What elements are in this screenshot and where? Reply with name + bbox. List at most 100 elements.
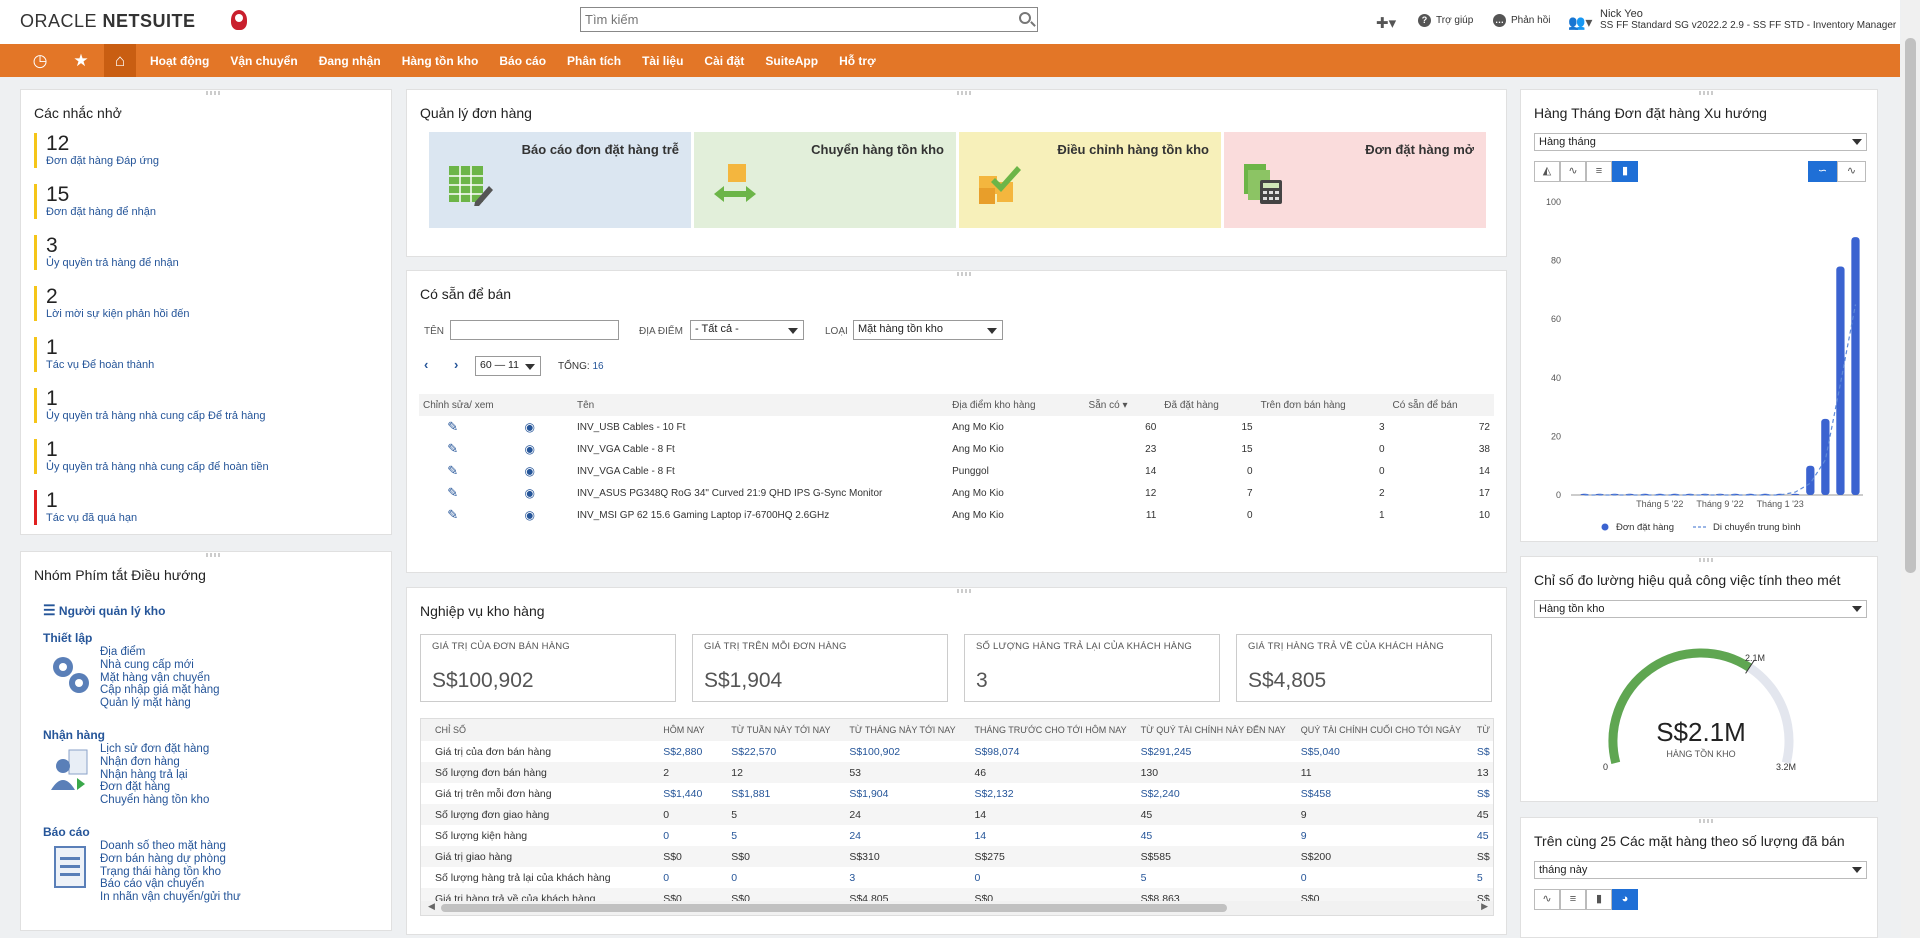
edit-pencil-icon[interactable]: ✎	[419, 460, 487, 482]
metric-value[interactable]: 24	[843, 825, 968, 846]
metric-value[interactable]: S$	[1471, 783, 1493, 804]
metric-value[interactable]: 0	[1295, 867, 1471, 888]
horizontal-scrollbar[interactable]: ◀ ▶	[421, 901, 1493, 915]
nav-item[interactable]: Tài liệu	[642, 54, 683, 68]
nav-item[interactable]: Hỗ trợ	[839, 54, 876, 68]
col-header[interactable]: TỪ TUẦN NÀY TỚI NAY	[725, 719, 844, 741]
shortcut-menu[interactable]: ☰ Người quản lý kho	[43, 602, 165, 619]
view-eye-icon[interactable]: ◉	[487, 460, 574, 482]
view-eye-icon[interactable]: ◉	[487, 416, 574, 438]
drag-handle[interactable]	[1699, 819, 1713, 823]
metric-value[interactable]: 45	[1135, 825, 1295, 846]
shortcut-link[interactable]: Doanh số theo mặt hàng	[100, 840, 241, 853]
kpi-card[interactable]: GIÁ TRỊ HÀNG TRẢ VỀ CỦA KHÁCH HÀNG S$4,80…	[1236, 634, 1492, 702]
col-header[interactable]: TỪ THÁNG NÀY TỚI NAY	[843, 719, 969, 741]
page-scrollbar-thumb[interactable]	[1905, 38, 1916, 573]
pie-chart-icon[interactable]: ◕	[1612, 889, 1638, 910]
reminder-item[interactable]: 15 Đơn đặt hàng để nhận	[34, 184, 156, 219]
shortcut-link[interactable]: Báo cáo vận chuyển	[100, 878, 241, 891]
shortcut-link[interactable]: Mặt hàng vận chuyển	[100, 672, 220, 685]
metric-value[interactable]: S$291,245	[1135, 741, 1295, 762]
reminder-label[interactable]: Lời mời sự kiện phản hồi đến	[46, 308, 189, 321]
reminder-label[interactable]: Ủy quyền trả hàng để nhận	[46, 257, 179, 270]
metric-value[interactable]: S$2,132	[968, 783, 1134, 804]
prev-page-icon[interactable]: ‹	[424, 357, 428, 372]
col-header[interactable]: Tên	[573, 394, 949, 416]
search-input[interactable]	[581, 8, 1001, 30]
page-scrollbar[interactable]	[1901, 0, 1920, 938]
metric-value[interactable]: S$5,040	[1295, 741, 1471, 762]
shortcut-link[interactable]: Nhận hàng trả lại	[100, 769, 209, 782]
nav-item[interactable]: Hàng tồn kho	[402, 54, 479, 68]
reminder-label[interactable]: Ủy quyền trả hàng nhà cung cấp Để trả hà…	[46, 410, 266, 423]
item-name[interactable]: INV_VGA Cable - 8 Ft	[573, 460, 948, 482]
drag-handle[interactable]	[956, 91, 971, 95]
col-header[interactable]: TỪ QUÝ TÀI CHÍNH NÀY ĐẾN NAY	[1134, 719, 1295, 741]
kpi-card[interactable]: GIÁ TRỊ CỦA ĐƠN BÁN HÀNG S$100,902	[420, 634, 676, 702]
metric-value[interactable]: S$98,074	[968, 741, 1134, 762]
nav-item[interactable]: Cài đặt	[704, 54, 744, 68]
metric-value[interactable]: 14	[968, 825, 1134, 846]
help-link[interactable]: ? Trợ giúp	[1418, 14, 1473, 27]
reminder-item[interactable]: 3 Ủy quyền trả hàng để nhận	[34, 235, 179, 270]
reminder-label[interactable]: Đơn đặt hàng để nhận	[46, 206, 156, 219]
user-icon[interactable]: 👥▾	[1568, 14, 1592, 31]
column-chart-icon[interactable]: ▮	[1612, 161, 1638, 182]
metric-value[interactable]: S$1,440	[657, 783, 725, 804]
metric-value[interactable]: 0	[968, 867, 1134, 888]
metric-value[interactable]: 0	[657, 867, 725, 888]
scrollbar-thumb[interactable]	[441, 904, 1227, 912]
nav-item[interactable]: Đang nhận	[319, 54, 381, 68]
col-header[interactable]: TỪ	[1470, 719, 1493, 741]
reminder-label[interactable]: Tác vụ Để hoàn thành	[46, 359, 154, 372]
shortcut-link[interactable]: Nhà cung cấp mới	[100, 659, 220, 672]
shortcut-link[interactable]: Lịch sử đơn đặt hàng	[100, 743, 209, 756]
col-header[interactable]: THÁNG TRƯỚC CHO TỚI HÔM NAY	[968, 719, 1135, 741]
name-filter-input[interactable]	[450, 320, 619, 340]
reminder-item[interactable]: 1 Ủy quyền trả hàng nhà cung cấp Để trả h…	[34, 388, 266, 423]
view-eye-icon[interactable]: ◉	[487, 438, 574, 460]
col-header[interactable]: QUÝ TÀI CHÍNH CUỐI CHO TỚI NGÀY	[1294, 719, 1471, 741]
reminder-item[interactable]: 2 Lời mời sự kiện phản hồi đến	[34, 286, 189, 321]
reminder-item[interactable]: 1 Tác vụ Để hoàn thành	[34, 337, 154, 372]
shortcut-link[interactable]: Địa điểm	[100, 646, 220, 659]
shortcut-link[interactable]: Nhận đơn hàng	[100, 756, 209, 769]
shortcut-link[interactable]: Cập nhập giá mặt hàng	[100, 684, 220, 697]
metric-value[interactable]: 5	[725, 825, 843, 846]
metric-value[interactable]: S$100,902	[843, 741, 968, 762]
next-page-icon[interactable]: ›	[454, 357, 458, 372]
reminder-item[interactable]: 1 Tác vụ đã quá hạn	[34, 490, 137, 525]
metric-value[interactable]: 5	[1135, 867, 1295, 888]
shortcut-link[interactable]: Trạng thái hàng tồn kho	[100, 866, 241, 879]
trend-line-icon[interactable]: ∿	[1837, 161, 1866, 182]
location-filter-select[interactable]: - Tất cả -	[690, 320, 804, 340]
item-name[interactable]: INV_VGA Cable - 8 Ft	[573, 438, 948, 460]
drag-handle[interactable]	[956, 589, 971, 593]
item-name[interactable]: INV_MSI GP 62 15.6 Gaming Laptop i7-6700…	[573, 504, 948, 526]
type-filter-select[interactable]: Mặt hàng tồn kho	[853, 320, 1003, 340]
kpi-card[interactable]: SỐ LƯỢNG HÀNG TRẢ LẠI CỦA KHÁCH HÀNG 3	[964, 634, 1220, 702]
edit-pencil-icon[interactable]: ✎	[419, 504, 487, 526]
item-name[interactable]: INV_USB Cables - 10 Ft	[573, 416, 948, 438]
col-header[interactable]: CHỈ SỐ	[421, 719, 658, 741]
drag-handle[interactable]	[206, 553, 220, 557]
metric-value[interactable]: S$22,570	[725, 741, 843, 762]
reminder-item[interactable]: 12 Đơn đặt hàng Đáp ứng	[34, 133, 159, 168]
feedback-link[interactable]: … Phản hồi	[1493, 14, 1550, 27]
metric-value[interactable]: S$2,880	[657, 741, 725, 762]
column-chart-icon[interactable]: ▮	[1586, 889, 1612, 910]
edit-pencil-icon[interactable]: ✎	[419, 482, 487, 504]
home-icon[interactable]: ⌂	[104, 44, 136, 77]
col-header[interactable]: Sẵn có ▾	[1084, 394, 1161, 416]
reminder-label[interactable]: Tác vụ đã quá hạn	[46, 512, 137, 525]
metric-value[interactable]: 3	[843, 867, 968, 888]
col-header[interactable]: Chỉnh sửa/ xem	[419, 394, 574, 416]
nav-item[interactable]: SuiteApp	[765, 54, 818, 68]
search-icon[interactable]	[1019, 12, 1031, 24]
top25-period-select[interactable]: tháng này	[1534, 861, 1867, 879]
item-name[interactable]: INV_ASUS PG348Q RoG 34" Curved 21:9 QHD …	[573, 482, 948, 504]
scroll-left-icon[interactable]: ◀	[428, 901, 435, 912]
view-eye-icon[interactable]: ◉	[487, 482, 574, 504]
page-range-select[interactable]: 60 — 11	[475, 356, 541, 376]
moving-average-icon[interactable]: ∽	[1808, 161, 1837, 182]
